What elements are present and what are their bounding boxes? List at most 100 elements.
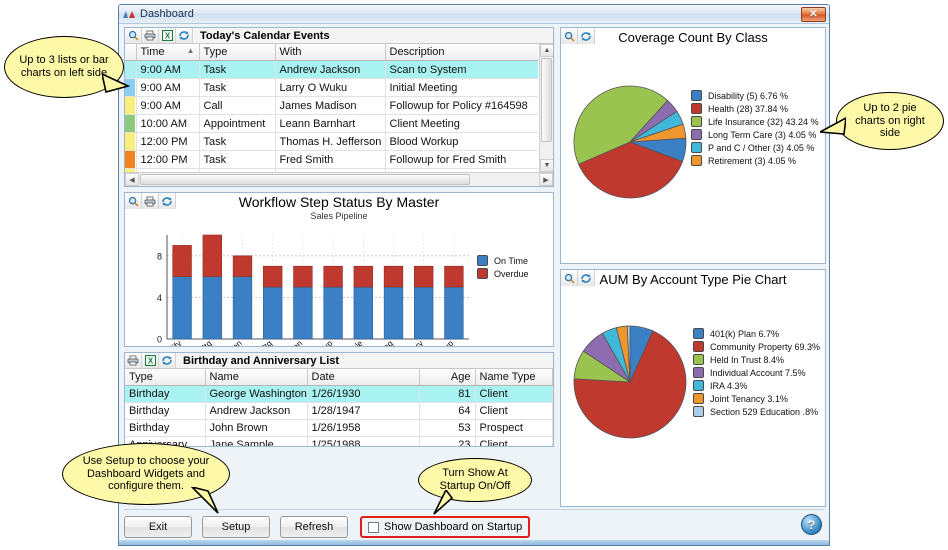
legend-label: Retirement (3) 4.05 % — [708, 156, 796, 166]
callout-right-pies-bubble: Up to 2 pie charts on right side — [836, 92, 944, 150]
refresh-icon[interactable] — [578, 28, 595, 44]
refresh-icon[interactable] — [176, 28, 193, 43]
table-row[interactable]: BirthdayAndrew Jackson1/28/194764Client — [125, 403, 553, 420]
search-icon[interactable] — [125, 28, 142, 43]
table-row[interactable]: 10:00 AMAppointmentLeann BarnhartClient … — [125, 115, 538, 133]
show-on-startup-label: Show Dashboard on Startup — [384, 521, 522, 533]
birthday-col-age[interactable]: Age — [419, 369, 475, 386]
excel-icon[interactable]: X — [159, 28, 176, 43]
birthday-col-date[interactable]: Date — [307, 369, 419, 386]
legend-label: Joint Tenancy 3.1% — [710, 394, 788, 404]
birthday-col-name-type[interactable]: Name Type — [475, 369, 553, 386]
refresh-icon[interactable] — [159, 193, 176, 209]
excel-icon[interactable]: X — [142, 353, 159, 368]
callout-right-pies: Up to 2 pie charts on right side — [836, 92, 944, 150]
window-statusbar — [119, 540, 829, 545]
scroll-up-icon[interactable]: ▲ — [540, 44, 554, 57]
table-row[interactable]: 9:00 AMTaskAndrew JacksonScan to SystemM… — [125, 61, 538, 79]
scroll-right-icon[interactable]: ▶ — [539, 173, 553, 186]
search-icon[interactable] — [561, 270, 578, 286]
birthday-col-name[interactable]: Name — [205, 369, 307, 386]
row-color-swatch — [125, 133, 136, 151]
close-icon[interactable]: ✕ — [801, 7, 826, 22]
window-footer: Exit Setup Refresh Show Dashboard on Sta… — [124, 509, 824, 541]
search-icon[interactable] — [125, 193, 142, 209]
search-icon[interactable] — [561, 28, 578, 44]
callout-right-pies-text: Up to 2 pie charts on right side — [847, 102, 933, 141]
calendar-col-time[interactable]: Time ▲ — [136, 44, 199, 61]
legend-color-swatch — [691, 129, 702, 140]
widget-aum-by-account-type: AUM By Account Type Pie Chart 401(k) Pla… — [560, 269, 826, 507]
cell-type: Task — [199, 133, 275, 151]
legend-color-swatch — [691, 90, 702, 101]
refresh-button[interactable]: Refresh — [280, 516, 348, 538]
legend-color-swatch — [693, 354, 704, 365]
legend-label: P and C / Other (3) 4.05 % — [708, 143, 814, 153]
row-color-swatch — [125, 151, 136, 169]
print-icon[interactable] — [125, 353, 142, 368]
legend-color-swatch — [477, 268, 488, 279]
legend-label: IRA 4.3% — [710, 381, 748, 391]
coverage-pie-chart[interactable] — [567, 80, 697, 210]
legend-item: Joint Tenancy 3.1% — [693, 393, 820, 404]
calendar-vscroll-thumb[interactable] — [541, 58, 552, 142]
calendar-col-description[interactable]: Description — [385, 44, 538, 61]
cell-with: James Madison — [275, 97, 385, 115]
show-on-startup-highlight: Show Dashboard on Startup — [360, 516, 530, 538]
widget-todays-calendar-events: X Today's Calendar Events — [124, 27, 554, 187]
print-icon[interactable] — [142, 193, 159, 209]
legend-item: Individual Account 7.5% — [693, 367, 820, 378]
birthday-col-type[interactable]: Type — [125, 369, 205, 386]
legend-item: Life Insurance (32) 43.24 % — [691, 116, 819, 127]
refresh-icon[interactable] — [159, 353, 176, 368]
svg-text:4: 4 — [157, 293, 162, 303]
scroll-down-icon[interactable]: ▼ — [540, 159, 554, 172]
legend-item: 401(k) Plan 6.7% — [693, 328, 820, 339]
exit-button[interactable]: Exit — [124, 516, 192, 538]
aum-chart-title: AUM By Account Type Pie Chart — [561, 270, 825, 287]
table-row[interactable]: 12:00 PMTaskThomas H. JeffersonBlood Wor… — [125, 133, 538, 151]
svg-text:X: X — [164, 31, 170, 40]
cell-type: Appointment — [199, 115, 275, 133]
help-icon[interactable]: ? — [801, 514, 822, 535]
cell-age: 23 — [419, 437, 475, 448]
print-icon[interactable] — [142, 28, 159, 43]
aum-pie-chart[interactable] — [567, 320, 697, 450]
calendar-col-type[interactable]: Type — [199, 44, 275, 61]
cell-type: Birthday — [125, 386, 205, 403]
calendar-horizontal-scrollbar[interactable]: ◀ ▶ — [125, 172, 553, 186]
table-row[interactable]: BirthdayJohn Brown1/26/195853Prospect — [125, 420, 553, 437]
row-color-swatch — [125, 97, 136, 115]
calendar-widget-title: Today's Calendar Events — [193, 28, 553, 43]
calendar-vertical-scrollbar[interactable]: ▲ ▼ — [539, 44, 553, 172]
setup-button[interactable]: Setup — [202, 516, 270, 538]
legend-item: Health (28) 37.84 % — [691, 103, 819, 114]
workflow-bar-chart[interactable]: 048QualifyInitial MtgPreparationSchedule… — [125, 229, 554, 347]
cell-name: Andrew Jackson — [205, 403, 307, 420]
refresh-icon[interactable] — [578, 270, 595, 286]
table-row[interactable]: 9:00 AMCallJames MadisonFollowup for Pol… — [125, 97, 538, 115]
cell-description: Client Meeting — [385, 115, 538, 133]
show-on-startup-checkbox[interactable] — [368, 522, 379, 533]
calendar-hscroll-thumb[interactable] — [140, 174, 470, 185]
callout-setup-tail-icon — [190, 487, 220, 515]
cell-description: Blood Workup — [385, 133, 538, 151]
legend-label: Held In Trust 8.4% — [710, 355, 784, 365]
coverage-toolbar — [561, 28, 598, 44]
cell-with: Thomas H. Jefferson — [275, 133, 385, 151]
cell-type: Task — [199, 151, 275, 169]
table-row[interactable]: BirthdayGeorge Washington1/26/193081Clie… — [125, 386, 553, 403]
callout-setup-hint: Use Setup to choose your Dashboard Widge… — [62, 443, 230, 505]
legend-label: On Time — [494, 256, 528, 266]
cell-age: 64 — [419, 403, 475, 420]
legend-color-swatch — [693, 380, 704, 391]
table-row[interactable]: 9:00 AMTaskLarry O WukuInitial MeetingMe… — [125, 79, 538, 97]
scroll-left-icon[interactable]: ◀ — [125, 173, 139, 186]
window-titlebar[interactable]: Dashboard ✕ — [119, 5, 829, 24]
table-row[interactable]: 12:00 PMTaskFred SmithFollowup for Fred … — [125, 151, 538, 169]
widget-panes: X Today's Calendar Events — [124, 27, 826, 507]
calendar-col-with[interactable]: With — [275, 44, 385, 61]
legend-color-swatch — [691, 155, 702, 166]
callout-right-tail-icon — [820, 116, 846, 138]
callout-startup-tail-icon — [432, 490, 456, 516]
